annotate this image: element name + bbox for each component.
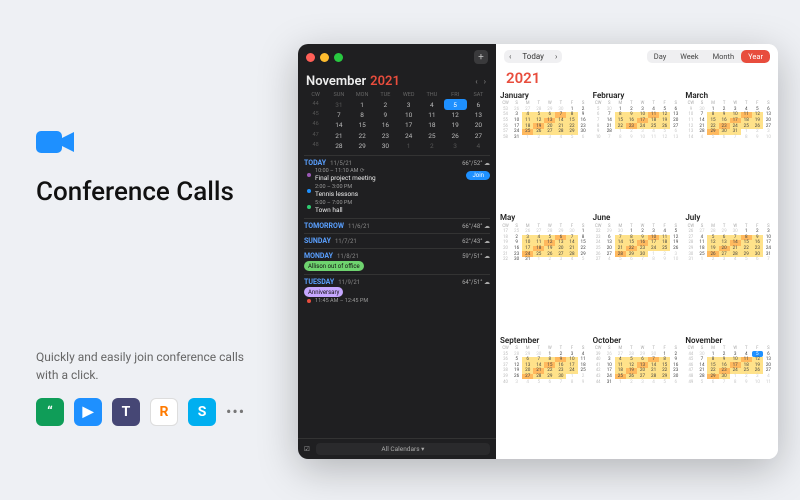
zoom-icon: ▶	[74, 398, 102, 426]
weather-icon: 59°/51° ☁	[462, 253, 490, 260]
year-month-label: October	[593, 336, 682, 345]
agenda-day-label: TOMORROW	[304, 222, 344, 230]
today-button[interactable]: Today	[516, 50, 550, 63]
prev-button[interactable]: ‹	[504, 50, 516, 63]
add-event-button[interactable]: +	[474, 50, 488, 64]
calendar-picker[interactable]: All Calendars ▾	[316, 443, 490, 455]
join-button[interactable]: Join	[466, 171, 490, 180]
year-month-label: November	[685, 336, 774, 345]
year-grid[interactable]: JanuaryCWSMTWTFS532627282930125434567895…	[496, 89, 778, 459]
event-row[interactable]: 2:00 – 3:00 PMTennis lessons	[304, 183, 490, 199]
event-row[interactable]: 5:00 – 7:00 PMTown hall	[304, 199, 490, 215]
agenda-day-label: TUESDAY	[304, 278, 334, 286]
year-month-label: March	[685, 91, 774, 100]
next-button[interactable]: ›	[550, 50, 562, 63]
year-title: 2021	[496, 69, 778, 89]
weather-icon: 62°/43° ☁	[462, 238, 490, 245]
view-week[interactable]: Week	[673, 50, 705, 63]
more-apps-icon: •••	[226, 402, 245, 421]
view-switcher: DayWeekMonthYear	[647, 50, 770, 63]
sidebar: + November 2021 ‹ › CWSUNMONTUEWEDTHUFRI…	[298, 44, 496, 459]
view-day[interactable]: Day	[647, 50, 674, 63]
promo-title: Conference Calls	[36, 178, 266, 208]
hangouts-icon: “	[36, 398, 64, 426]
tasks-toggle[interactable]: ☑	[304, 445, 310, 453]
year-month-label: July	[685, 213, 774, 222]
month-nav[interactable]: ‹ ›	[475, 77, 488, 86]
event-row[interactable]: 11:45 AM – 12:45 PM	[304, 297, 490, 305]
year-month-label: February	[593, 91, 682, 100]
weather-icon: 66°/48° ☁	[462, 223, 490, 230]
fullscreen-icon[interactable]	[334, 53, 343, 62]
year-month-label: September	[500, 336, 589, 345]
mini-calendar[interactable]: CWSUNMONTUEWEDTHUFRISAT44311234564578910…	[298, 91, 496, 155]
year-month-label: May	[500, 213, 589, 222]
month-label: November	[306, 74, 366, 89]
allday-pill[interactable]: Allison out of office	[304, 261, 364, 271]
event-dot-icon	[307, 173, 311, 177]
titlebar: +	[298, 44, 496, 70]
event-dot-icon	[307, 299, 311, 303]
agenda-day-label: SUNDAY	[304, 237, 331, 245]
zoom-hero-icon	[36, 128, 266, 160]
view-year[interactable]: Year	[741, 50, 770, 63]
ringcentral-icon: R	[150, 398, 178, 426]
event-dot-icon	[307, 205, 311, 209]
year-month-label: January	[500, 91, 589, 100]
event-row[interactable]: 10:00 – 11:10 AM ⟳Final project meetingJ…	[304, 167, 490, 183]
year-label: 2021	[370, 74, 400, 89]
year-month-label: June	[593, 213, 682, 222]
event-dot-icon	[307, 189, 311, 193]
allday-pill[interactable]: Anniversary	[304, 287, 343, 297]
date-nav: ‹ Today ›	[504, 50, 562, 63]
agenda-list: TODAY11/5/2166°/52° ☁10:00 – 11:10 AM ⟳F…	[298, 155, 496, 438]
agenda-day-label: MONDAY	[304, 252, 333, 260]
view-month[interactable]: Month	[706, 50, 742, 63]
close-icon[interactable]	[306, 53, 315, 62]
weather-icon: 64°/51° ☁	[462, 279, 490, 286]
minimize-icon[interactable]	[320, 53, 329, 62]
weather-icon: 66°/52° ☁	[462, 160, 490, 167]
app-icons-row: “ ▶ T R S •••	[36, 398, 266, 426]
main-pane: ‹ Today › DayWeekMonthYear 2021 JanuaryC…	[496, 44, 778, 459]
agenda-day-label: TODAY	[304, 159, 326, 167]
skype-icon: S	[188, 398, 216, 426]
calendar-app-window: + November 2021 ‹ › CWSUNMONTUEWEDTHUFRI…	[298, 44, 778, 459]
teams-icon: T	[112, 398, 140, 426]
promo-subtitle: Quickly and easily join conference calls…	[36, 348, 266, 384]
